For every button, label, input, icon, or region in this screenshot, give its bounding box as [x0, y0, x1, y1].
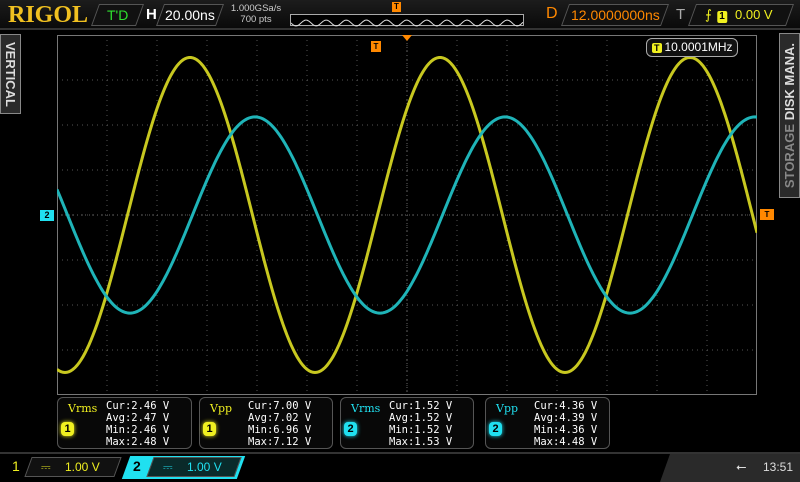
trigger-icon: T: [652, 43, 662, 53]
top-status-bar: RIGOL T'D H 20.00ns 1.000GSa/s 700 pts T …: [0, 0, 800, 30]
run-state-badge[interactable]: T'D: [90, 4, 145, 26]
vertical-menu-tab[interactable]: VERTICAL: [0, 34, 21, 114]
measurement-type: Vpp: [496, 402, 519, 415]
measurement-ch2-vrms[interactable]: Vrms 2 Cur:1.52 V Avg:1.52 V Min:1.52 V Max…: [340, 397, 474, 449]
trigger-marker-label: T: [371, 41, 381, 52]
memory-depth: 700 pts: [240, 14, 272, 25]
frequency-value: 10.0001MHz: [664, 40, 733, 54]
trigger-source-badge: 1: [717, 11, 727, 23]
acquisition-info: 1.000GSa/s 700 pts: [230, 3, 282, 25]
measurement-ch1-vrms[interactable]: Vrms 1 Cur:2.46 V Avg:2.47 V Min:2.46 V Max…: [57, 397, 192, 449]
min-value: Min:4.36 V: [534, 424, 598, 436]
channel-badge: 2: [489, 422, 502, 436]
ch1-settings[interactable]: ⎓ 1.00 V: [24, 457, 122, 477]
measurement-type: Vrms: [68, 402, 98, 415]
max-value: Max:1.53 V: [389, 436, 453, 448]
ch2-settings[interactable]: ⎓ 1.00 V: [146, 457, 242, 477]
dc-coupling-icon: ⎓: [41, 460, 51, 474]
measurement-ch2-vpp[interactable]: Vpp 2 Cur:4.36 V Avg:4.39 V Min:4.36 V Max:…: [485, 397, 610, 449]
dc-coupling-icon: ⎓: [163, 460, 173, 474]
measurement-values: Cur:2.46 V Avg:2.47 V Min:2.46 V Max:2.48 V: [106, 400, 169, 448]
trigger-settings[interactable]: ⨍ 1 0.00 V: [687, 4, 795, 26]
overview-wave: [290, 19, 524, 27]
avg-value: Avg:4.39 V: [534, 412, 598, 424]
max-value: Max:7.12 V: [248, 436, 312, 448]
channel-badge: 2: [344, 422, 357, 436]
cur-value: Cur:4.36 V: [534, 400, 598, 412]
measurement-values: Cur:1.52 V Avg:1.52 V Min:1.52 V Max:1.53 V: [389, 400, 452, 448]
bottom-status-bar: 1 ⎓ 1.00 V 2 ⎓ 1.00 V ⭠ 13:51: [0, 452, 800, 482]
measurement-type: Vrms: [351, 402, 381, 415]
avg-value: Avg:2.47 V: [106, 412, 170, 424]
horizontal-label: H: [146, 6, 157, 23]
trigger-level: 0.00 V: [735, 7, 773, 22]
waveform-overview-bar[interactable]: [290, 14, 524, 27]
rising-edge-icon: ⨍: [705, 7, 712, 22]
timebase-display[interactable]: 20.00ns: [155, 4, 225, 26]
trigger-time-marker: [402, 35, 412, 41]
storage-label: STORAGE: [782, 124, 797, 189]
frequency-counter: T 10.0001MHz: [646, 38, 738, 57]
timebase-value: 20.00ns: [165, 7, 215, 23]
delay-value: 12.0000000ns: [570, 7, 660, 23]
ch2-scale: 1.00 V: [186, 460, 222, 474]
cur-value: Cur:1.52 V: [389, 400, 453, 412]
max-value: Max:2.48 V: [106, 436, 170, 448]
storage-menu-tab[interactable]: DISK MANA. STORAGE: [779, 33, 800, 198]
channel-badge: 1: [203, 422, 216, 436]
measurement-values: Cur:7.00 V Avg:7.02 V Min:6.96 V Max:7.12 V: [248, 400, 311, 448]
usb-icon: ⭠: [736, 459, 747, 474]
max-value: Max:4.48 V: [534, 436, 598, 448]
avg-value: Avg:1.52 V: [389, 412, 453, 424]
rigol-logo: RIGOL: [8, 2, 89, 28]
measurement-ch1-vpp[interactable]: Vpp 1 Cur:7.00 V Avg:7.02 V Min:6.96 V Max:…: [199, 397, 333, 449]
channel-badge: 1: [61, 422, 74, 436]
cur-value: Cur:2.46 V: [106, 400, 170, 412]
ch1-scale: 1.00 V: [64, 460, 100, 474]
vertical-tab-label: VERTICAL: [3, 41, 18, 107]
clock: 13:51: [763, 460, 794, 474]
waveform-graticule[interactable]: [57, 35, 757, 395]
min-value: Min:6.96 V: [248, 424, 312, 436]
cur-value: Cur:7.00 V: [248, 400, 312, 412]
sample-rate: 1.000GSa/s: [230, 3, 282, 14]
avg-value: Avg:7.02 V: [248, 412, 312, 424]
disk-mana-label: DISK MANA.: [782, 42, 797, 121]
trigger-label: T: [676, 6, 686, 23]
ch2-number: 2: [133, 458, 141, 474]
run-state-text: T'D: [106, 7, 129, 23]
delay-label: D: [546, 5, 558, 22]
ch2-offset-marker[interactable]: 2: [40, 210, 54, 221]
min-value: Min:1.52 V: [389, 424, 453, 436]
measurement-type: Vpp: [210, 402, 233, 415]
delay-display[interactable]: 12.0000000ns: [560, 4, 670, 26]
trigger-position-marker[interactable]: T: [392, 2, 401, 12]
grid-lines: [57, 35, 757, 395]
ch1-number: 1: [12, 458, 20, 474]
measurement-values: Cur:4.36 V Avg:4.39 V Min:4.36 V Max:4.48 V: [534, 400, 597, 448]
trigger-level-marker[interactable]: T: [760, 209, 774, 220]
min-value: Min:2.46 V: [106, 424, 170, 436]
